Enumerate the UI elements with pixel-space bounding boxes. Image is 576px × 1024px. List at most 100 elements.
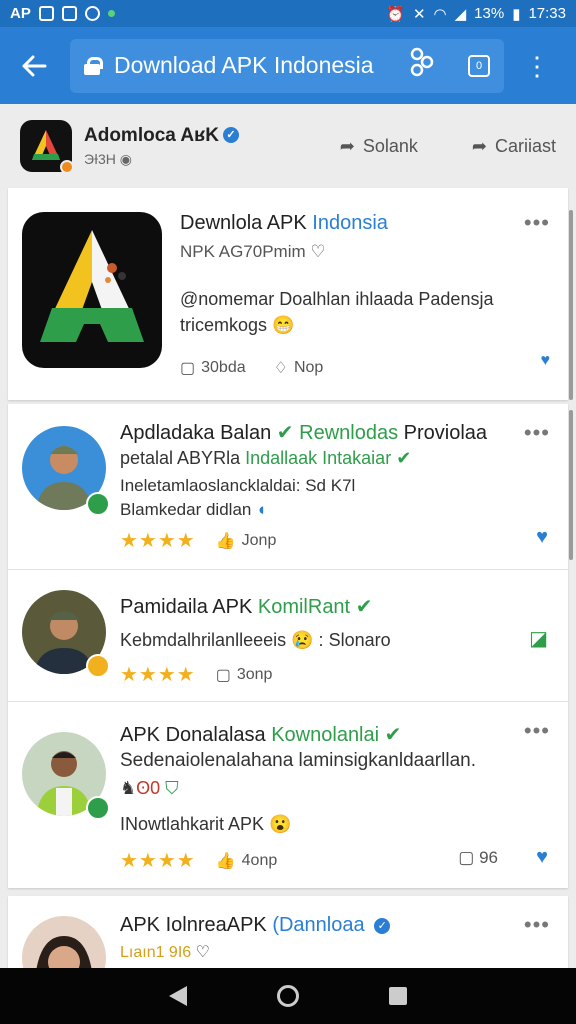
item-desc-2: Blamkedar didlan ◖ xyxy=(120,500,266,520)
item-title-text: Pamidaila APK xyxy=(120,596,253,618)
favorite-icon[interactable]: ♥ xyxy=(541,352,551,370)
back-arrow-icon[interactable] xyxy=(14,46,54,86)
overflow-menu-icon[interactable]: ⋮ xyxy=(524,53,550,79)
item-title[interactable]: APK Donalalasa Kownolanlai ✔ xyxy=(120,722,401,747)
featured-subtitle-text: NPK AG70Pmim xyxy=(180,242,306,261)
online-badge-icon xyxy=(86,796,110,820)
heart-outline-icon: ♡ xyxy=(310,242,326,261)
status-badge-icon xyxy=(86,654,110,678)
list-item[interactable]: APK Donalalasa Kownolanlai ✔ Sedenaiolen… xyxy=(8,702,568,888)
item-emoji-text: ʘ0 xyxy=(136,778,161,798)
url-bar[interactable]: Download APK Indonesia 0 xyxy=(70,38,504,93)
emoji-icon: 😁 xyxy=(272,315,295,335)
mute-icon: ✕ xyxy=(412,5,426,23)
thumbs-up-icon[interactable]: 👍 xyxy=(216,531,236,551)
comments-stat[interactable]: ▢ 30bda xyxy=(180,358,246,378)
forward-arrow-icon: ➦ xyxy=(471,135,487,156)
comment-icon: ▢ xyxy=(458,848,475,867)
item-more-icon[interactable]: ••• xyxy=(524,912,550,938)
star-rating: ★★★★ xyxy=(120,664,196,686)
item-meta: ★★★★ ▢ 3onp xyxy=(120,662,272,687)
item-title-blue: (Dannloaa xyxy=(272,914,365,936)
clock: 17:33 xyxy=(528,5,566,22)
item-title[interactable]: Apdladaka Balan ✔ Rewnlodas Proviolaa xyxy=(120,420,487,445)
nav-back-icon[interactable] xyxy=(169,986,187,1006)
nav-recents-icon[interactable] xyxy=(389,987,407,1005)
verified-icon: ✔ xyxy=(384,724,402,746)
share-arrow-icon: ➦ xyxy=(339,135,355,156)
item-desc: Ineletamlaoslancklaldai: Sd K7l xyxy=(120,476,356,495)
gallery-icon xyxy=(38,6,54,21)
featured-subtitle: NPK AG70Pmim ♡ xyxy=(180,242,326,262)
item-meta: ★★★★ 👍 Jonp xyxy=(120,528,276,553)
share-action-label: Solank xyxy=(362,135,418,156)
item-more-icon[interactable]: ••• xyxy=(524,420,550,446)
favorite-icon[interactable]: ♥ xyxy=(536,526,548,549)
item-title-green: KomilRant xyxy=(257,596,351,618)
verified-icon: ✔ xyxy=(355,596,373,618)
list-item[interactable]: Pamidaila APK KomilRant ✔ Kebmdalhrilanl… xyxy=(8,570,568,702)
featured-app-card[interactable]: Dewnlola APK Indonsia NPK AG70Pmim ♡ @no… xyxy=(8,188,568,400)
verified-icon: ✓ xyxy=(374,917,391,934)
item-title[interactable]: APK IolnreaAPK (Dannloaa ✓ xyxy=(120,914,391,937)
system-nav-bar xyxy=(0,968,576,1024)
publisher-header: Adomloca AʁK ✓ ЭƗ3H ◉ ➦ Solank ➦ Cariiast xyxy=(0,104,576,188)
item-desc: Sedenaiolenalahana laminsigkanldaarllan. xyxy=(120,750,476,771)
thumbs-up-icon[interactable]: 👍 xyxy=(216,851,236,871)
item-title-extra: Proviolaa xyxy=(403,422,488,444)
likes-count: 4onp xyxy=(241,851,278,869)
edit-icon[interactable]: ◪ xyxy=(529,626,548,651)
scrollbar-secondary[interactable] xyxy=(569,410,573,560)
scrollbar[interactable] xyxy=(569,210,573,400)
star-rating: ★★★★ xyxy=(120,850,196,872)
publisher-badge-icon xyxy=(60,160,74,174)
item-line: petalal ABYRla Indallaak Intakaiar ✔ xyxy=(120,448,411,469)
tabs-count-icon[interactable]: 0 xyxy=(468,54,490,77)
item-title-text: APK IolnreaAPK xyxy=(120,914,267,936)
featured-description-text: @nomemar Doalhlan ihlaada Padensja trice… xyxy=(180,289,494,335)
emoji-icon: 😮 xyxy=(269,814,292,834)
share-icon[interactable] xyxy=(410,47,434,84)
item-line: Kebmdalhrilanlleeeis 😢 : Slonaro xyxy=(120,630,391,650)
comments-count[interactable]: ▢ 96 xyxy=(458,848,498,868)
item-desc-2-text: Blamkedar didlan xyxy=(120,500,252,519)
browser-toolbar: Download APK Indonesia 0 ⋮ xyxy=(0,27,576,104)
item-title[interactable]: Pamidaila APK KomilRant ✔ xyxy=(120,594,372,619)
item-line-extra: Slonaro xyxy=(328,630,391,650)
publisher-name[interactable]: Adomloca AʁK xyxy=(84,125,219,146)
verified-icon: ✔ xyxy=(276,422,294,444)
item-title-text: Apdladaka Balan xyxy=(120,422,272,444)
like-icon: ♢ xyxy=(273,360,288,377)
likes-count: Jonp xyxy=(241,531,277,549)
second-action-label: Cariiast xyxy=(494,135,556,156)
app-logo[interactable] xyxy=(22,212,162,368)
item-line: INowtlahkarit APK 😮 xyxy=(120,814,292,835)
featured-more-icon[interactable]: ••• xyxy=(524,210,550,236)
item-title-green: Rewnlodas xyxy=(299,422,399,444)
status-bar: AP ⏰ ✕ ◠ ◢ 13% ▮ 17:33 xyxy=(0,0,576,27)
list-item[interactable]: Apdladaka Balan ✔ Rewnlodas Proviolaa pe… xyxy=(8,404,568,570)
wifi-icon: ◠ xyxy=(433,5,447,23)
item-meta: ★★★★ 👍 4onp xyxy=(120,848,277,873)
share-action-button[interactable]: ➦ Solank xyxy=(340,136,418,157)
item-line-text: petalal ABYRla xyxy=(120,448,241,468)
featured-title-blue: Indonsia xyxy=(312,212,388,234)
nav-home-icon[interactable] xyxy=(277,985,299,1007)
item-title-text: APK Donalalasa xyxy=(120,724,266,746)
alarm-icon: ⏰ xyxy=(386,5,405,23)
publisher-logo[interactable] xyxy=(20,120,74,174)
featured-title[interactable]: Dewnlola APK Indonsia xyxy=(180,212,388,235)
emoji-icon: 😢 xyxy=(291,630,314,650)
battery-icon: ▮ xyxy=(512,5,521,23)
likes-stat[interactable]: ♢ Nop xyxy=(274,358,324,378)
item-more-icon[interactable]: ••• xyxy=(524,718,550,744)
second-action-button[interactable]: ➦ Cariiast xyxy=(472,136,556,157)
comment-icon[interactable]: ▢ xyxy=(216,665,231,685)
carrier-label: AP xyxy=(10,5,31,22)
battery-percent: 13% xyxy=(474,5,505,22)
publisher-subtitle: ЭƗ3H xyxy=(84,150,116,167)
online-badge-icon xyxy=(86,492,110,516)
item-line: Lıaın1 9I6 ♡ xyxy=(120,942,210,962)
item-line-green: Indallaak Intakaiar xyxy=(245,448,392,468)
favorite-icon[interactable]: ♥ xyxy=(536,846,548,869)
